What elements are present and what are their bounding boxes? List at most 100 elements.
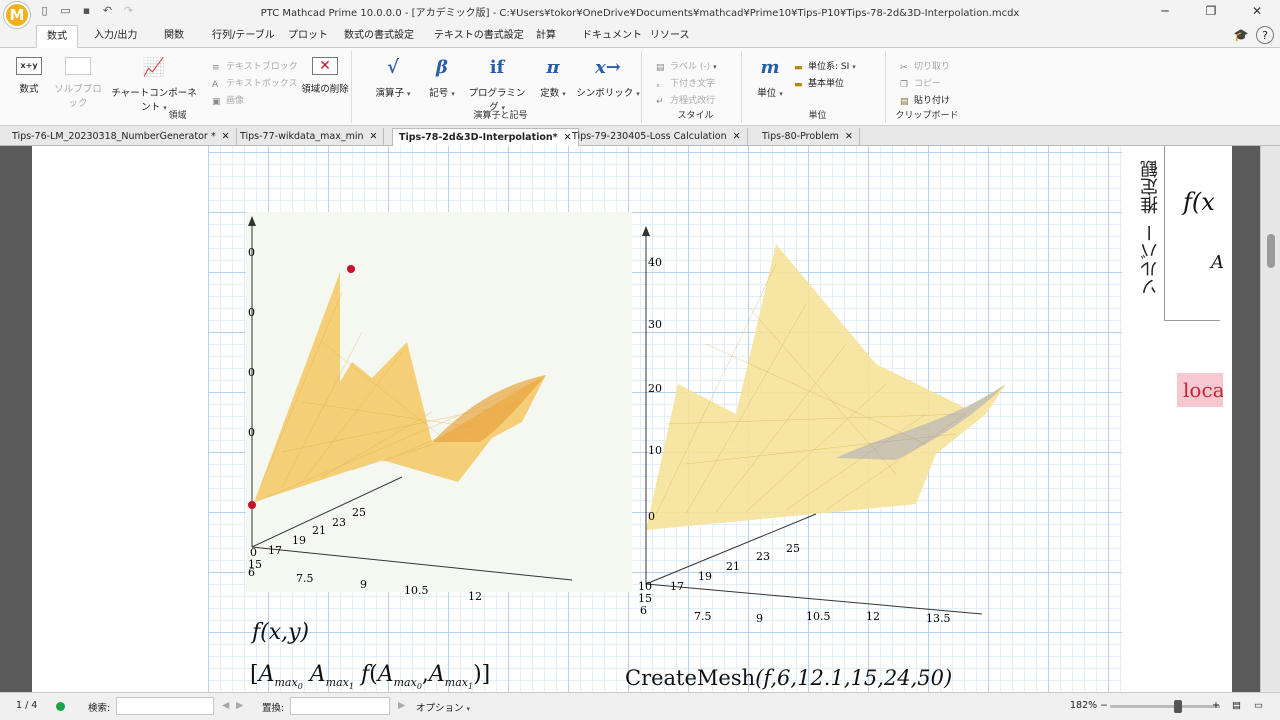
vertical-scrollbar[interactable]: [1260, 146, 1280, 692]
sqrt-icon: √: [387, 57, 399, 78]
unit-system-dropdown[interactable]: ▬ 単位系: SI ▾: [794, 59, 856, 73]
symbols-button[interactable]: β 記号 ▾: [420, 57, 464, 99]
replace-go-icon[interactable]: ▶: [398, 700, 405, 711]
help-icon[interactable]: ?: [1256, 26, 1274, 44]
scrollbar-thumb[interactable]: [1267, 234, 1275, 268]
tab-plot[interactable]: プロット: [282, 25, 334, 48]
help-area: 🎓 ?: [1232, 26, 1274, 44]
window-controls: ─ ❐ ✕: [1142, 0, 1280, 22]
search-input[interactable]: [116, 697, 214, 715]
zoom-out-icon[interactable]: −: [1100, 700, 1108, 711]
options-dropdown[interactable]: オプション ▾: [416, 700, 470, 714]
math-region-fxy[interactable]: f(x,y): [252, 620, 309, 645]
base-units-button[interactable]: ▬ 基本単位: [794, 76, 844, 90]
local-function-region[interactable]: loca: [1177, 373, 1223, 407]
maximize-icon[interactable]: ❐: [1188, 0, 1234, 22]
units-button[interactable]: m 単位 ▾: [752, 57, 788, 99]
text-block-button[interactable]: ≡ テキストブロック: [212, 59, 298, 73]
tab-document[interactable]: ドキュメント: [576, 25, 648, 48]
chart-component-button[interactable]: 📈 チャートコンポーネント ▾: [108, 57, 200, 113]
search-prev-icon[interactable]: ◀: [222, 700, 229, 711]
copy-icon: ❐: [900, 80, 909, 90]
symbolic-button[interactable]: x→ シンボリック ▾: [576, 57, 640, 99]
surface-plot-2[interactable]: 40 30 20 10 0 10 15 17 19 21 23 25 6 7.5…: [626, 224, 1016, 624]
delete-region-icon: ✕: [312, 57, 338, 75]
paste-button[interactable]: ▤ 貼り付け: [900, 93, 950, 107]
surface-plot-1[interactable]: 0 0 0 0 0 15 17 19 21 23 25 6 7.5 9 10.5…: [222, 212, 622, 602]
image-icon: ▣: [212, 97, 221, 107]
solve-block-a: A: [1211, 252, 1224, 273]
doc-tab-77[interactable]: Tips-77-wikdata_max_min ✕: [234, 128, 385, 146]
close-icon[interactable]: ✕: [1234, 0, 1280, 22]
plot1-z-arrow: [248, 216, 256, 226]
equation-break-button[interactable]: ↵ 方程式改行: [656, 93, 715, 107]
text-box-button[interactable]: A テキストボックス: [212, 76, 297, 90]
doc-tab-78[interactable]: Tips-78-2d&3D-Interpolation* ✕: [392, 128, 579, 146]
plot2-y-tick: 21: [726, 560, 740, 573]
cut-button[interactable]: ✂ 切り取り: [900, 59, 950, 73]
subscript-icon: ₓ: [656, 80, 660, 90]
text-block-icon: ≡: [212, 63, 220, 73]
tab-calculation[interactable]: 計算: [530, 25, 562, 48]
document-tab-bar: Tips-76-LM_20230318_NumberGenerator * ✕ T…: [0, 126, 1280, 146]
tab-math-format[interactable]: 数式の書式設定: [338, 25, 420, 48]
tab-text-format[interactable]: テキストの書式設定: [428, 25, 530, 48]
minimize-icon[interactable]: ─: [1142, 0, 1188, 22]
plot2-z-arrow: [642, 226, 650, 236]
tab-functions[interactable]: 関数: [158, 25, 190, 48]
plot1-max-marker[interactable]: [347, 265, 355, 273]
delete-region-button[interactable]: ✕ 領域の削除: [300, 57, 350, 95]
doc-tab-79[interactable]: Tips-79-230405-Loss Calculation ✕: [566, 128, 748, 146]
zoom-slider[interactable]: [1110, 700, 1220, 713]
zoom-slider-knob[interactable]: [1174, 700, 1182, 713]
solve-block-panel[interactable]: f(x A: [1164, 146, 1224, 321]
close-tab-icon[interactable]: ✕: [370, 131, 378, 142]
subscript-button[interactable]: ₓ 下付き文字: [656, 76, 715, 90]
app-logo[interactable]: M: [4, 2, 30, 28]
insert-math-button[interactable]: x+y 数式: [12, 57, 46, 95]
operators-button[interactable]: √ 演算子 ▾: [368, 57, 418, 99]
ribbon-tab-bar: 数式 入力/出力 関数 行列/テーブル プロット 数式の書式設定 テキストの書式…: [0, 22, 1280, 48]
tab-math[interactable]: 数式: [36, 25, 78, 48]
pi-icon: π: [546, 57, 560, 78]
worksheet-area[interactable]: 0 0 0 0 0 15 17 19 21 23 25 6 7.5 9 10.5…: [0, 146, 1280, 692]
plot1-x-tick: 10.5: [404, 584, 429, 597]
tab-resources[interactable]: リソース: [644, 25, 696, 48]
worksheet-page[interactable]: 0 0 0 0 0 15 17 19 21 23 25 6 7.5 9 10.5…: [32, 146, 1232, 692]
solve-block-fx: f(x: [1183, 188, 1215, 216]
clipboard-group: ✂ 切り取り ❐ コピー ▤ 貼り付け クリップボード: [890, 51, 964, 123]
clipboard-icon: ▤: [900, 97, 909, 107]
close-tab-icon[interactable]: ✕: [845, 131, 853, 142]
estimate-label: 推定観: [1140, 160, 1161, 214]
solver-label: ソルバー: [1140, 224, 1161, 296]
plot1-y-tick: 19: [292, 534, 306, 547]
tab-matrix-table[interactable]: 行列/テーブル: [206, 25, 281, 48]
label-dropdown[interactable]: ▤ ラベル (-) ▾: [656, 59, 717, 73]
plot2-x-tick: 13.5: [926, 612, 951, 624]
math-region-create-mesh[interactable]: CreateMesh(f,6,12.1,15,24,50): [625, 666, 952, 690]
programming-button[interactable]: if プログラミング ▾: [464, 57, 530, 113]
doc-tab-76[interactable]: Tips-76-LM_20230318_NumberGenerator * ✕: [6, 128, 237, 146]
solve-block-button[interactable]: ソルブブロック: [50, 57, 106, 109]
label-icon: ▤: [656, 63, 665, 73]
plot2-z-tick: 10: [648, 444, 662, 457]
doc-tab-80[interactable]: Tips-80-Problem ✕: [756, 128, 860, 146]
image-button[interactable]: ▣ 画像: [212, 93, 244, 107]
plot2-z-tick: 0: [648, 510, 655, 523]
graduation-cap-icon[interactable]: 🎓: [1232, 26, 1250, 44]
tab-input-output[interactable]: 入力/出力: [88, 25, 143, 48]
math-region-amax-vector[interactable]: [Amax0 Amax1 f(Amax0,Amax1)]: [250, 662, 490, 691]
close-tab-icon[interactable]: ✕: [222, 131, 230, 142]
constants-button[interactable]: π 定数 ▾: [532, 57, 574, 99]
search-next-icon[interactable]: ▶: [236, 700, 243, 711]
page-view-icon[interactable]: ▤: [1232, 700, 1241, 711]
close-tab-icon[interactable]: ✕: [733, 131, 741, 142]
zoom-in-icon[interactable]: +: [1212, 700, 1220, 711]
replace-input[interactable]: [290, 697, 390, 715]
plot1-y-tick: 25: [352, 506, 366, 519]
plot1-min-marker[interactable]: [248, 501, 256, 509]
plot1-z-tick: 0: [248, 426, 255, 439]
draft-view-icon[interactable]: ▭: [1254, 700, 1263, 711]
copy-button[interactable]: ❐ コピー: [900, 76, 941, 90]
plot2-z-tick: 30: [648, 318, 662, 331]
